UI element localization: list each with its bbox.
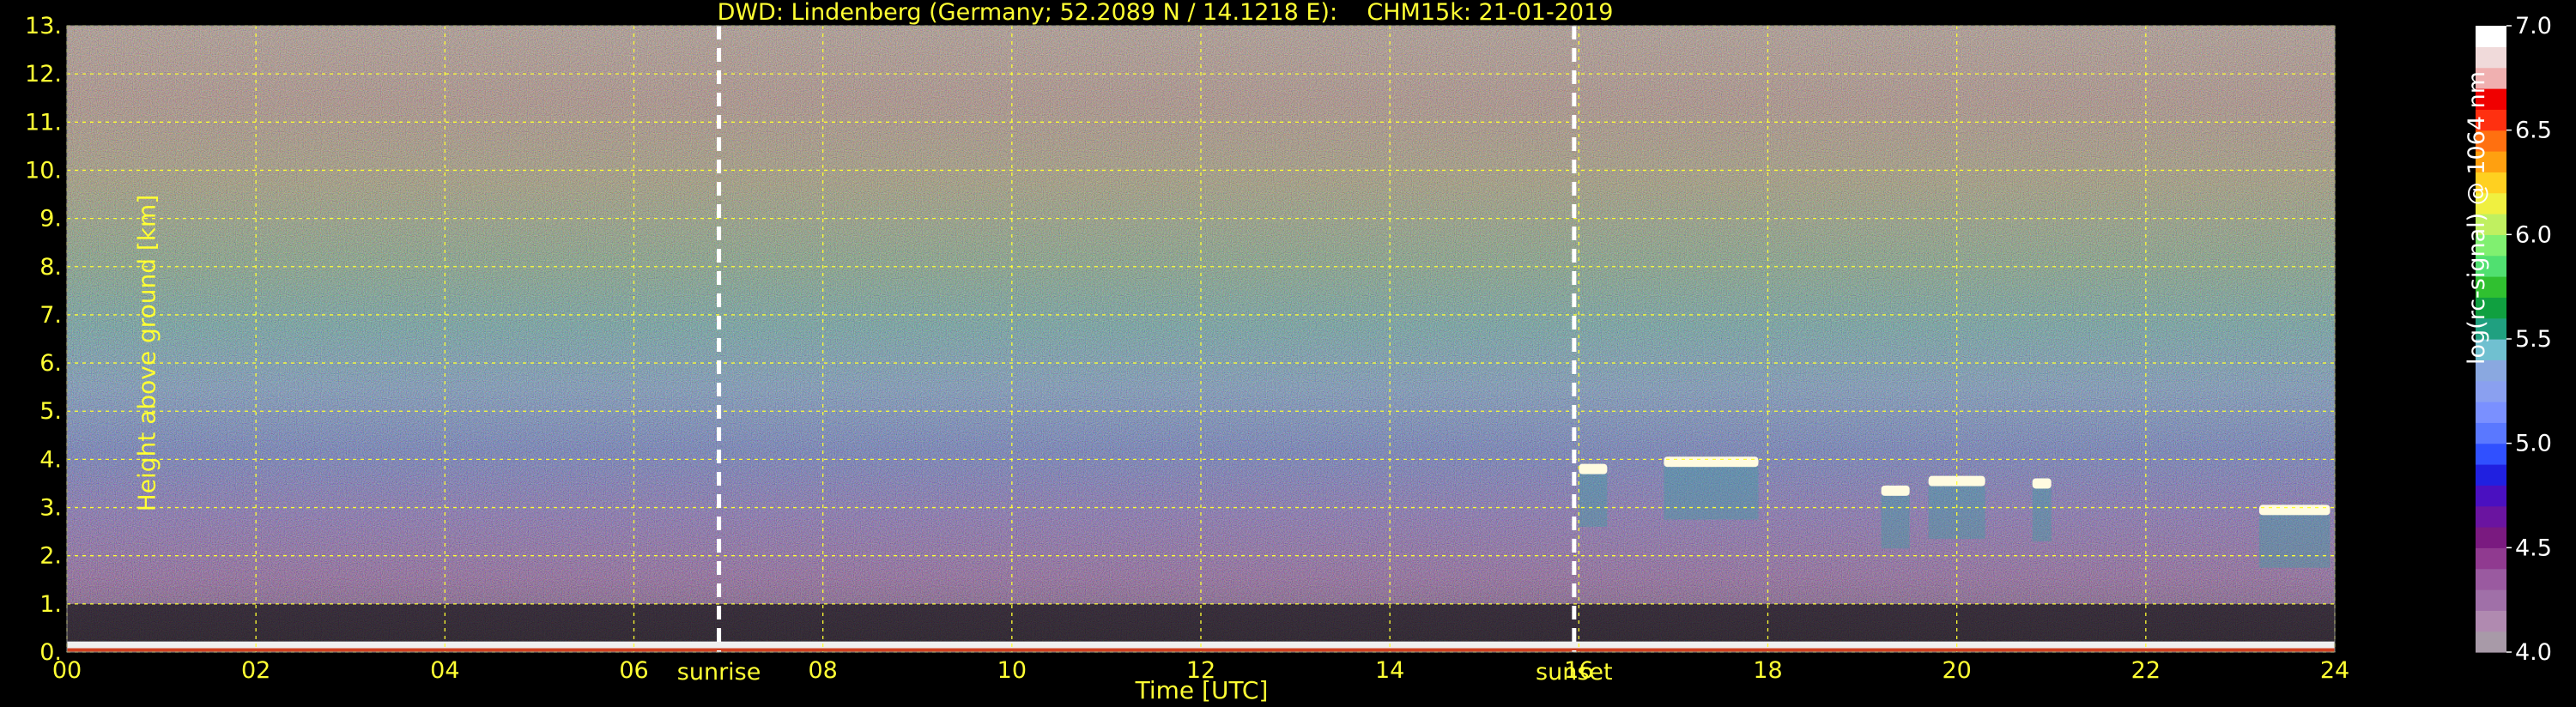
y-tick-label: 3. (39, 495, 62, 522)
y-tick-label: 1. (39, 591, 62, 618)
colorbar-swatch (2476, 505, 2506, 528)
y-tick-label: 13. (25, 13, 62, 39)
y-axis-label: Height above ground [km] (132, 194, 161, 512)
y-tick-label: 5. (39, 398, 62, 425)
precip-fall-0 (1579, 474, 1608, 527)
colorbar-swatch (2476, 464, 2506, 486)
colorbar-swatch (2476, 402, 2506, 423)
colorbar-tick-label: 4.0 (2515, 639, 2552, 666)
colorbar-swatch (2476, 46, 2506, 69)
precip-fall-4 (2032, 488, 2052, 541)
colorbar-swatch (2476, 380, 2506, 402)
colorbar-swatch (2476, 631, 2506, 653)
y-tick-label: 12. (25, 61, 62, 88)
colorbar-swatch (2476, 422, 2506, 444)
cloud-layer-4 (2032, 478, 2052, 489)
y-tick-label: 8. (39, 254, 62, 281)
colorbar-tick-label: 5.0 (2515, 431, 2552, 457)
precip-fall-2 (1881, 495, 1910, 549)
y-tick-label: 9. (39, 206, 62, 233)
cloud-layer-5 (2258, 505, 2331, 516)
colorbar-swatch (2476, 610, 2506, 632)
y-tick-label: 6. (39, 350, 62, 377)
cloud-layer-2 (1881, 485, 1910, 496)
colorbar-tick-label: 6.5 (2515, 118, 2552, 144)
colorbar-swatch (2476, 589, 2506, 611)
y-tick-label: 4. (39, 446, 62, 473)
colorbar-tick-label: 6.0 (2515, 221, 2552, 248)
y-tick-label: 7. (39, 302, 62, 329)
y-tick-label: 11. (25, 109, 62, 136)
lidar-chart: 00 02 04 06 08 10 12 14 16 18 20 22 240.1.2.3.4.5.6.… (25, 13, 2552, 686)
colorbar-label: log(rc-signal) @ 1064 nm (2464, 70, 2490, 365)
y-tick-label: 2. (39, 543, 62, 570)
x-axis-label: Time [UTC] (1135, 676, 1269, 704)
colorbar-tick-label: 7.0 (2515, 13, 2552, 39)
colorbar-tick-label: 4.5 (2515, 535, 2552, 561)
colorbar-swatch (2476, 485, 2506, 507)
colorbar-swatch (2476, 527, 2506, 548)
cloud-layer-1 (1664, 456, 1759, 468)
colorbar-tick-label: 5.5 (2515, 326, 2552, 353)
colorbar-swatch (2476, 443, 2506, 465)
y-tick-label: 0. (39, 639, 62, 666)
y-tick-label: 10. (25, 157, 62, 184)
precip-fall-5 (2258, 515, 2331, 568)
colorbar-swatch (2476, 26, 2506, 47)
colorbar-swatch (2476, 547, 2506, 570)
precip-fall-1 (1664, 467, 1759, 520)
colorbar-swatch (2476, 568, 2506, 590)
cloud-layer-0 (1579, 463, 1608, 474)
